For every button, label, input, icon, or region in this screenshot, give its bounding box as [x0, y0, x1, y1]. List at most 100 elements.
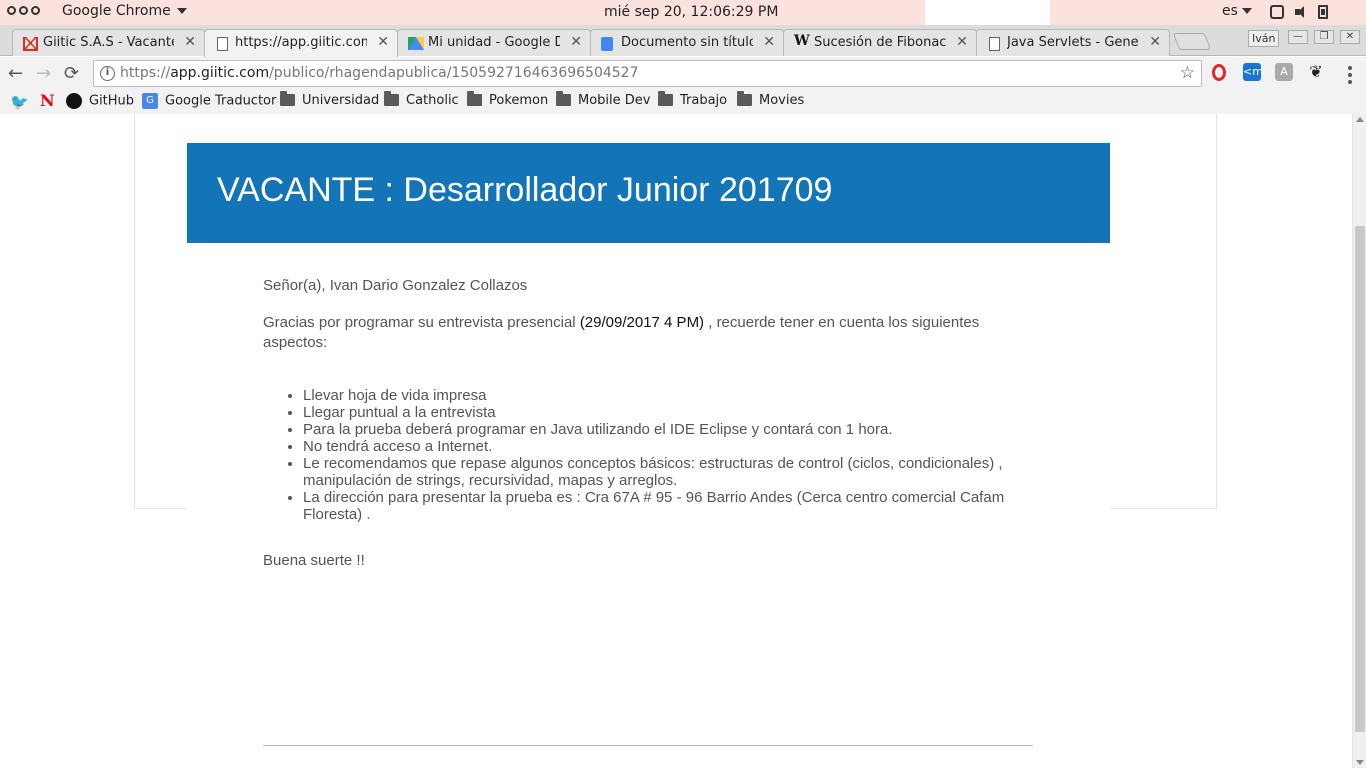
- browser-toolbar: ← → ⟳ i https://app.giitic.com/publico/r…: [0, 57, 1366, 90]
- closing-text: Buena suerte !!: [263, 552, 365, 569]
- intro-text: Gracias por programar su entrevista pres…: [263, 314, 580, 331]
- github-icon: [66, 93, 82, 109]
- close-icon[interactable]: ✕: [377, 34, 389, 50]
- opera-extension-icon[interactable]: [1212, 64, 1226, 81]
- google-docs-icon: [601, 37, 613, 51]
- battery-icon[interactable]: [1318, 5, 1328, 19]
- kreditor-extension-icon[interactable]: <m: [1243, 63, 1263, 81]
- url-scheme: https://: [120, 65, 171, 81]
- new-tab-button[interactable]: [1172, 33, 1212, 50]
- list-item: Le recomendamos que repase algunos conce…: [303, 455, 1023, 489]
- minimize-button[interactable]: —: [1288, 30, 1308, 44]
- bookmark-label: Universidad: [302, 93, 380, 108]
- page-title: VACANTE : Desarrollador Junior 201709: [217, 171, 833, 209]
- list-item: La dirección para presentar la prueba es…: [303, 489, 1023, 523]
- folder-icon: [556, 90, 571, 106]
- close-icon[interactable]: ✕: [570, 34, 582, 50]
- close-window-button[interactable]: ✕: [1340, 30, 1360, 44]
- gnome-extension-icon[interactable]: ❦: [1307, 63, 1325, 81]
- profile-button[interactable]: Iván: [1248, 30, 1280, 47]
- system-clock[interactable]: mié sep 20, 12:06:29 PM: [604, 4, 778, 20]
- tab-google-drive[interactable]: Mi unidad - Google Dri ✕: [397, 29, 591, 56]
- chevron-down-icon: [1241, 8, 1252, 14]
- folder-icon: [280, 90, 295, 106]
- gmail-icon: [23, 37, 38, 51]
- system-bar-blank-area: [925, 0, 1050, 25]
- list-item: Llegar puntual a la entrevista: [303, 404, 1023, 421]
- tab-gmail[interactable]: Giitic S.A.S - Vacante : ✕: [12, 29, 205, 56]
- url-path: /publico/rhagendapublica/150592716463696…: [269, 65, 639, 81]
- netflix-icon[interactable]: N: [40, 91, 55, 110]
- address-bar[interactable]: i https://app.giitic.com/publico/rhagend…: [93, 60, 1202, 87]
- bookmark-label: Google Traductor: [165, 93, 277, 109]
- restore-button[interactable]: ❐: [1314, 30, 1334, 44]
- folder-icon: [737, 90, 752, 106]
- web-page: VACANTE : Desarrollador Junior 201709 Se…: [0, 114, 1352, 768]
- tab-label: Documento sin título -: [621, 35, 753, 50]
- tab-label: Java Servlets - Genera: [1007, 35, 1139, 50]
- list-item: Llevar hoja de vida impresa: [303, 387, 1023, 404]
- page-scrollbar[interactable]: [1352, 114, 1366, 768]
- twitter-icon[interactable]: 🐦: [10, 93, 29, 111]
- google-translate-icon: G: [142, 93, 158, 109]
- bookmark-label: Trabajo: [680, 93, 728, 108]
- interview-date: (29/09/2017 4 PM): [579, 314, 705, 331]
- tab-label: Giitic S.A.S - Vacante :: [43, 35, 174, 50]
- list-item: Para la prueba deberá programar en Java …: [303, 421, 1023, 438]
- page-icon: [989, 37, 1000, 51]
- bookmark-folder-movies[interactable]: Movies: [737, 90, 805, 108]
- bookmark-star-icon[interactable]: ☆: [1180, 63, 1195, 83]
- volume-icon[interactable]: [1294, 5, 1308, 19]
- language-selector[interactable]: es: [1222, 3, 1252, 19]
- scroll-up-icon[interactable]: [1356, 117, 1364, 122]
- folder-icon: [384, 90, 399, 106]
- intro-paragraph: Gracias por programar su entrevista pres…: [263, 313, 1023, 353]
- bookmark-google-translate[interactable]: G Google Traductor: [142, 93, 276, 109]
- back-button[interactable]: ←: [8, 63, 23, 84]
- tab-java-servlets[interactable]: Java Servlets - Genera ✕: [976, 29, 1170, 56]
- bookmark-label: Catholic: [406, 93, 459, 108]
- app-menu[interactable]: Google Chrome: [62, 3, 187, 19]
- window-overview-icon[interactable]: [1270, 5, 1284, 19]
- close-icon[interactable]: ✕: [956, 34, 968, 50]
- bookmark-label: GitHub: [89, 93, 135, 109]
- close-icon[interactable]: ✕: [184, 34, 196, 50]
- bookmark-label: Mobile Dev: [578, 93, 651, 108]
- bookmark-label: Pokemon: [489, 93, 549, 108]
- tab-label: Mi unidad - Google Dri: [428, 35, 560, 50]
- letter-body: Señor(a), Ivan Dario Gonzalez Collazos G…: [263, 276, 1023, 571]
- site-info-icon[interactable]: i: [100, 66, 115, 81]
- greeting: Señor(a), Ivan Dario Gonzalez Collazos: [263, 277, 528, 294]
- url-host: app.giitic.com: [170, 65, 270, 81]
- google-drive-icon: [408, 37, 424, 50]
- folder-icon: [658, 90, 673, 106]
- vacancy-header: VACANTE : Desarrollador Junior 201709: [187, 143, 1110, 243]
- bookmark-folder-trabajo[interactable]: Trabajo: [658, 90, 728, 108]
- bookmark-folder-universidad[interactable]: Universidad: [280, 90, 380, 108]
- reload-button[interactable]: ⟳: [64, 63, 79, 84]
- close-icon[interactable]: ✕: [763, 34, 775, 50]
- divider: [263, 745, 1033, 746]
- bookmark-folder-pokemon[interactable]: Pokemon: [467, 90, 549, 108]
- close-icon[interactable]: ✕: [1149, 34, 1161, 50]
- system-top-bar: Google Chrome mié sep 20, 12:06:29 PM es: [0, 0, 1366, 25]
- tab-google-docs[interactable]: Documento sin título - ✕: [590, 29, 784, 56]
- tab-wikipedia[interactable]: W Sucesión de Fibonacci ✕: [783, 29, 977, 56]
- scroll-down-icon[interactable]: [1356, 760, 1364, 765]
- folder-icon: [467, 90, 482, 106]
- chevron-down-icon: [176, 8, 187, 14]
- scrollbar-thumb[interactable]: [1355, 226, 1365, 732]
- bookmark-folder-catholic[interactable]: Catholic: [384, 90, 459, 108]
- forward-button[interactable]: →: [36, 63, 51, 84]
- tab-label: https://app.giitic.com/p: [235, 35, 367, 50]
- tab-giitic-public[interactable]: https://app.giitic.com/p ✕: [204, 29, 398, 57]
- bookmark-label: Movies: [759, 93, 805, 108]
- browser-menu-icon[interactable]: [1348, 66, 1352, 84]
- language-label: es: [1222, 3, 1238, 19]
- app-menu-label: Google Chrome: [62, 3, 171, 19]
- activities-icon[interactable]: [7, 6, 40, 15]
- bookmark-folder-mobile-dev[interactable]: Mobile Dev: [556, 90, 651, 108]
- fa-extension-icon[interactable]: A: [1275, 63, 1293, 81]
- bookmark-github[interactable]: GitHub: [66, 93, 134, 109]
- tab-label: Sucesión de Fibonacci: [814, 35, 946, 50]
